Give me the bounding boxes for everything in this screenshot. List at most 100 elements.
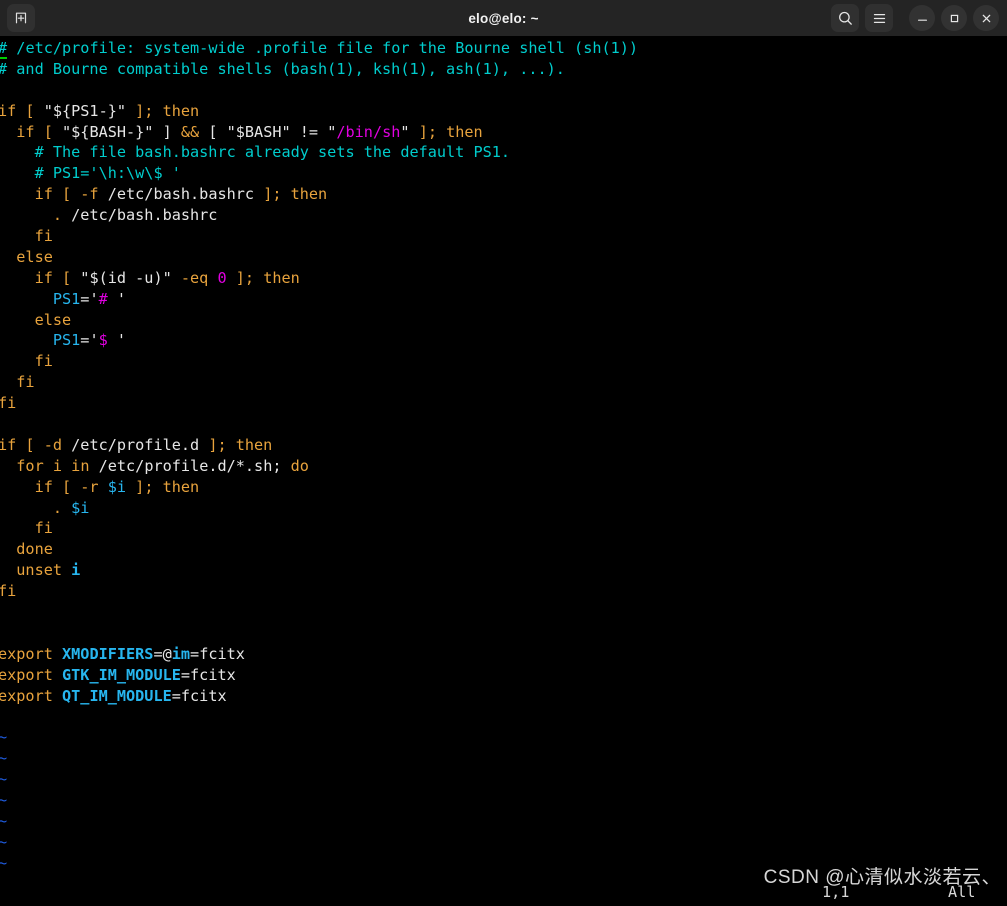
terminal-span: $i [71, 498, 90, 517]
terminal-span: i [52, 456, 72, 475]
terminal-span: =@ [153, 644, 172, 663]
terminal-span: /bin/sh [336, 122, 401, 141]
terminal-span: if [ -r [0, 477, 108, 496]
terminal-span: ' [89, 289, 99, 308]
terminal-span: "${PS1-}" [43, 101, 127, 120]
terminal-span: PS1 [0, 331, 81, 350]
terminal-line: export XMODIFIERS=@im=fcitx [0, 644, 1007, 665]
terminal-line: if [ "${BASH-}" ] && [ "$BASH" != "/bin/… [0, 122, 1007, 143]
cursor-position: 1,1 [822, 883, 850, 901]
terminal-span: =fcitx [180, 665, 236, 684]
terminal-line: export GTK_IM_MODULE=fcitx [0, 665, 1007, 686]
terminal-span: /etc/profile: system-wide .profile file … [7, 39, 639, 57]
terminal-span: . [0, 498, 72, 517]
terminal-line: ~ [0, 832, 1007, 853]
terminal-span: " [400, 122, 410, 141]
terminal-span: # The file bash.bashrc already sets the … [0, 143, 511, 162]
terminal-span: ]; [199, 435, 236, 454]
terminal-span: ]; [226, 268, 264, 287]
terminal-span: then [235, 435, 273, 454]
vim-status-line: 1,1 All [0, 880, 1007, 906]
terminal-span: # [98, 289, 108, 308]
terminal-span: ]; [254, 185, 291, 204]
terminal-line: if [ -r $i ]; then [0, 477, 1007, 498]
terminal-span: ] [153, 122, 181, 141]
maximize-icon [950, 14, 958, 22]
terminal-line: # /etc/profile: system-wide .profile fil… [0, 38, 1007, 59]
terminal-span: "$(id -u)" [80, 268, 172, 287]
terminal-span: if [ [0, 101, 44, 120]
terminal-line: ~ [0, 748, 1007, 769]
new-tab-icon [15, 12, 27, 24]
terminal-span: " [327, 122, 337, 141]
terminal-span: fi [0, 394, 17, 413]
close-icon [982, 14, 990, 22]
terminal-span: [ [199, 122, 227, 141]
menu-button[interactable] [865, 4, 893, 32]
terminal-line: if [ -f /etc/bash.bashrc ]; then [0, 184, 1007, 205]
terminal-line: fi [0, 226, 1007, 247]
terminal-span: then [290, 185, 328, 204]
terminal-span: QT_IM_MODULE [62, 686, 172, 705]
terminal-line: fi [0, 581, 1007, 602]
terminal-line: if [ "$(id -u)" -eq 0 ]; then [0, 268, 1007, 289]
terminal-span: ~ [0, 811, 8, 830]
terminal-line: ~ [0, 853, 1007, 874]
terminal-text-area[interactable]: # /etc/profile: system-wide .profile fil… [0, 38, 1007, 906]
terminal-span: fi [0, 519, 53, 538]
terminal-span: PS1 [0, 289, 81, 308]
new-tab-button[interactable] [7, 4, 35, 32]
terminal-span: then [162, 101, 200, 120]
terminal-span: "$BASH" [226, 122, 291, 141]
hamburger-menu-icon [873, 13, 885, 23]
terminal-line: PS1='$ ' [0, 330, 1007, 351]
terminal-line: ~ [0, 790, 1007, 811]
terminal-span: im [171, 644, 191, 663]
terminal-span: ]; [126, 101, 163, 120]
terminal-line: fi [0, 351, 1007, 372]
terminal-span: -eq [171, 268, 218, 287]
terminal-window: elo@elo: ~ /etc/profile: system-wide .pr… [0, 0, 1007, 906]
search-button[interactable] [831, 4, 859, 32]
maximize-button[interactable] [941, 5, 967, 31]
terminal-line: export QT_IM_MODULE=fcitx [0, 686, 1007, 707]
terminal-span: $i [107, 477, 127, 496]
terminal-line: unset i [0, 560, 1007, 581]
terminal-span: ~ [0, 728, 8, 747]
terminal-span: in [71, 456, 99, 475]
terminal-span: 0 [217, 268, 227, 287]
terminal-span: if [ [0, 122, 63, 141]
terminal-line: ~ [0, 727, 1007, 748]
terminal-span: ' [107, 331, 127, 350]
terminal-line: if [ "${PS1-}" ]; then [0, 101, 1007, 122]
terminal-line: # PS1='\h:\w\$ ' [0, 163, 1007, 184]
terminal-span: do [290, 456, 309, 475]
terminal-span: ~ [0, 791, 8, 810]
terminal-span: XMODIFIERS [62, 644, 154, 663]
terminal-body[interactable]: # /etc/profile: system-wide .profile fil… [0, 36, 1007, 906]
scroll-indicator: All [948, 883, 976, 901]
terminal-span: ~ [0, 832, 8, 851]
terminal-span: /etc/bash.bashrc [107, 185, 255, 204]
minimize-icon [917, 19, 927, 21]
minimize-button[interactable] [909, 5, 935, 31]
terminal-span: fi [0, 352, 53, 371]
terminal-line: fi [0, 372, 1007, 393]
terminal-span: if [ -f [0, 185, 108, 204]
terminal-line: for i in /etc/profile.d/*.sh; do [0, 456, 1007, 477]
terminal-line: fi [0, 518, 1007, 539]
terminal-span: # PS1='\h:\w\$ ' [0, 164, 181, 183]
terminal-line: if [ -d /etc/profile.d ]; then [0, 435, 1007, 456]
titlebar-right-group [831, 4, 1007, 32]
terminal-span: then [162, 477, 200, 496]
terminal-span: unset [0, 561, 72, 580]
terminal-span: then [263, 268, 300, 287]
search-icon [838, 11, 852, 25]
terminal-span: ' [107, 289, 127, 308]
close-button[interactable] [973, 5, 999, 31]
terminal-span: != [290, 122, 328, 141]
